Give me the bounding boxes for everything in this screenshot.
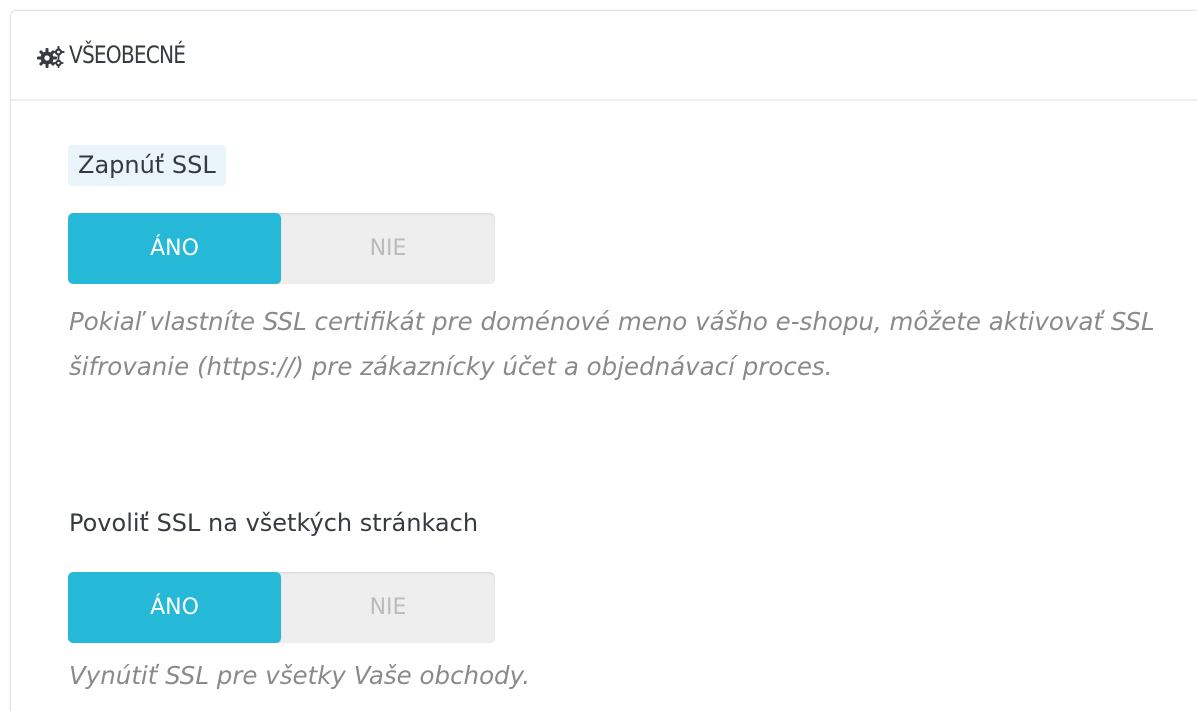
panel-title: VŠEOBECNÉ: [69, 41, 186, 69]
ssl-enable-yes-option[interactable]: ÁNO: [68, 213, 281, 284]
ssl-enable-switch[interactable]: ÁNO NIE: [68, 213, 495, 284]
ssl-all-pages-no-option[interactable]: NIE: [281, 572, 495, 643]
ssl-enable-no-option[interactable]: NIE: [281, 213, 495, 284]
ssl-enable-help-text: Pokiaľ vlastníte SSL certifikát pre domé…: [69, 307, 1155, 381]
panel-heading: VŠEOBECNÉ: [11, 11, 1197, 101]
gears-icon: [37, 46, 65, 68]
ssl-all-pages-switch[interactable]: ÁNO NIE: [68, 572, 495, 643]
general-settings-panel: VŠEOBECNÉ Zapnúť SSL ÁNO NIE Pokiaľ vlas…: [10, 10, 1197, 711]
ssl-all-pages-help-text: Vynútiť SSL pre všetky Vaše obchody.: [69, 661, 530, 690]
ssl-all-pages-label: Povoliť SSL na všetkých stránkach: [69, 509, 479, 537]
ssl-enable-label[interactable]: Zapnúť SSL: [68, 145, 226, 186]
ssl-all-pages-yes-option[interactable]: ÁNO: [68, 572, 281, 643]
